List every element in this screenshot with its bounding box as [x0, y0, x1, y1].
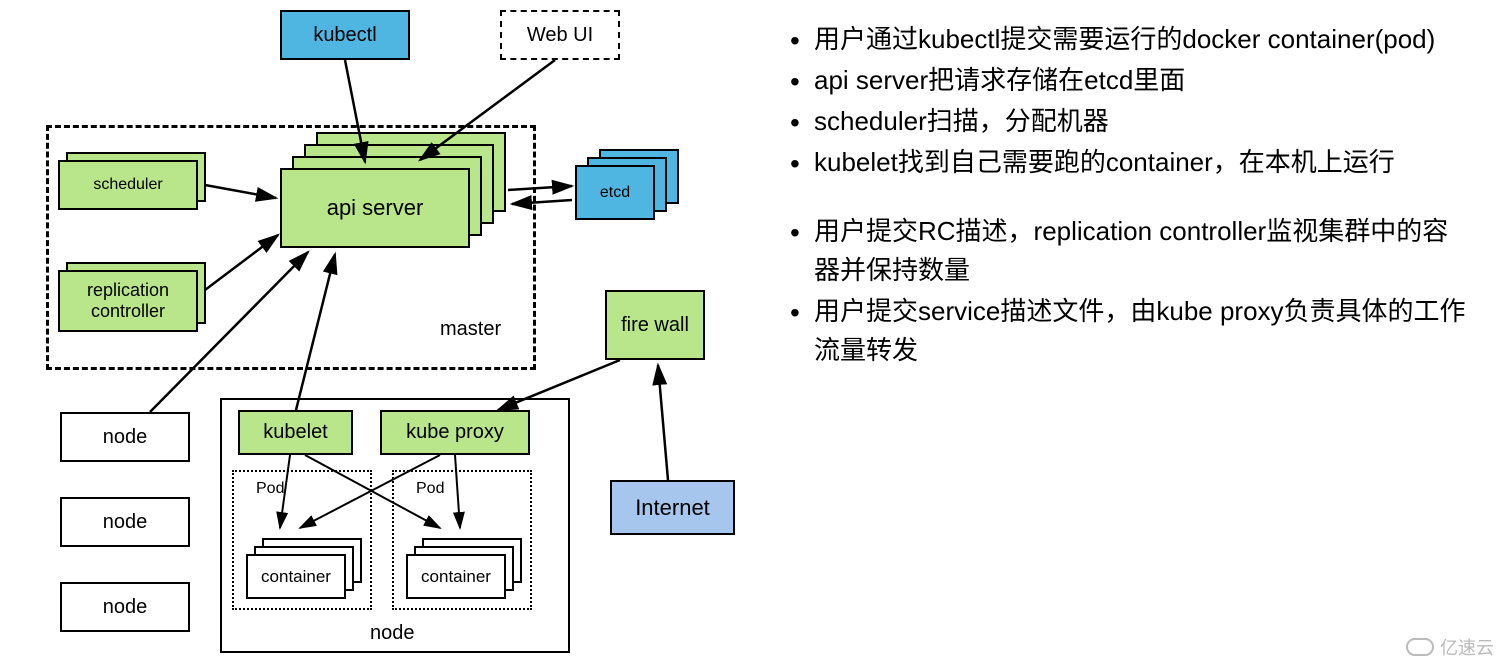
- container2-stack: container: [406, 530, 526, 590]
- kubectl-box: kubectl: [280, 10, 410, 60]
- apiserver-stack: api server: [280, 150, 510, 260]
- bullet-item: 用户通过kubectl提交需要运行的docker container(pod): [790, 20, 1470, 59]
- firewall-box: fire wall: [605, 290, 705, 360]
- firewall-label: fire wall: [621, 314, 689, 337]
- kubeproxy-box: kube proxy: [380, 410, 530, 455]
- webui-box: Web UI: [500, 10, 620, 60]
- node-box-2-label: node: [103, 511, 148, 534]
- cloud-icon: [1406, 638, 1434, 656]
- node-detail-label: node: [370, 622, 415, 645]
- apiserver-label: api server: [327, 195, 424, 221]
- node-box-1-label: node: [103, 426, 148, 449]
- kubelet-box: kubelet: [238, 410, 353, 455]
- master-label: master: [440, 318, 501, 341]
- kubectl-label: kubectl: [313, 24, 376, 47]
- bullet-item: 用户提交RC描述，replication controller监视集群中的容器并…: [790, 212, 1470, 290]
- bullet-item: api server把请求存储在etcd里面: [790, 61, 1470, 100]
- node-box-2: node: [60, 497, 190, 547]
- scheduler-label: scheduler: [93, 176, 162, 194]
- node-box-3: node: [60, 582, 190, 632]
- scheduler-stack: scheduler: [58, 160, 208, 220]
- bullet-item: scheduler扫描，分配机器: [790, 102, 1470, 141]
- container1-stack: container: [246, 530, 366, 590]
- internet-box: Internet: [610, 480, 735, 535]
- webui-label: Web UI: [527, 24, 593, 47]
- watermark: 亿速云: [1406, 634, 1494, 660]
- pod1-label: Pod: [256, 480, 284, 498]
- bullet-item: kubelet找到自己需要跑的container，在本机上运行: [790, 143, 1470, 182]
- internet-label: Internet: [635, 495, 710, 521]
- kubeproxy-label: kube proxy: [406, 421, 504, 444]
- pod2-label: Pod: [416, 480, 444, 498]
- bullets-group-1: 用户通过kubectl提交需要运行的docker container(pod) …: [790, 20, 1470, 182]
- watermark-text: 亿速云: [1440, 634, 1494, 660]
- etcd-stack: etcd: [575, 155, 695, 235]
- replication-label: replication controller: [87, 280, 169, 322]
- container1-label: container: [261, 567, 331, 587]
- kubelet-label: kubelet: [263, 421, 328, 444]
- container2-label: container: [421, 567, 491, 587]
- bullets-group-2: 用户提交RC描述，replication controller监视集群中的容器并…: [790, 212, 1470, 370]
- node-box-3-label: node: [103, 596, 148, 619]
- bullets-area: 用户通过kubectl提交需要运行的docker container(pod) …: [790, 20, 1470, 400]
- bullet-item: 用户提交service描述文件，由kube proxy负责具体的工作流量转发: [790, 292, 1470, 370]
- node-box-1: node: [60, 412, 190, 462]
- etcd-label: etcd: [600, 184, 630, 202]
- replication-stack: replication controller: [58, 270, 208, 345]
